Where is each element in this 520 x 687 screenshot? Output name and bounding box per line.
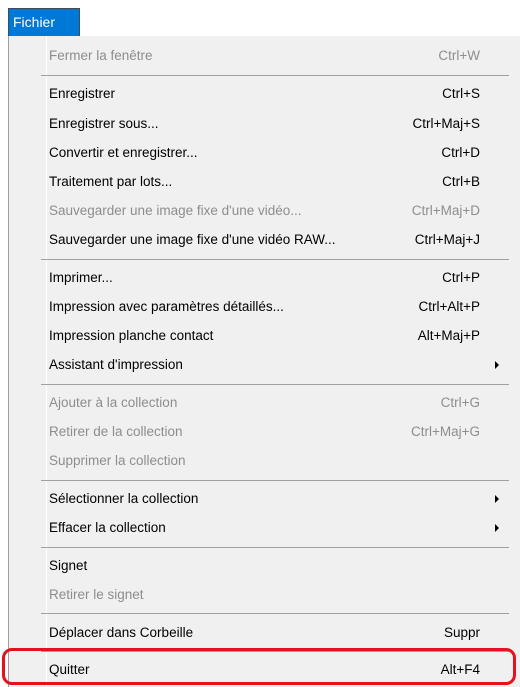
- menu-item-label: Sauvegarder une image fixe d'une vidéo R…: [49, 232, 336, 247]
- submenu-arrow-icon: [495, 524, 499, 532]
- menu-item-supprimer-la-collection[interactable]: Supprimer la collection: [49, 447, 499, 475]
- menu-fichier[interactable]: Fichier: [8, 8, 80, 36]
- menu-item-fermer-la-fenetre[interactable]: Fermer la fenêtre Ctrl+W: [49, 42, 499, 70]
- menu-item-sauvegarder-image-fixe-video[interactable]: Sauvegarder une image fixe d'une vidéo..…: [49, 197, 499, 225]
- menu-item-shortcut: Ctrl+S: [442, 86, 480, 101]
- menu-item-shortcut: Ctrl+P: [442, 270, 480, 285]
- menu-item-imprimer[interactable]: Imprimer... Ctrl+P: [49, 264, 499, 292]
- menu-item-shortcut: Alt+Maj+P: [417, 328, 480, 343]
- menu-item-label: Sauvegarder une image fixe d'une vidéo..…: [49, 203, 302, 218]
- menu-item-shortcut: Ctrl+Maj+D: [411, 203, 480, 218]
- menu-item-label: Imprimer...: [49, 270, 113, 285]
- menu-item-traitement-par-lots[interactable]: Traitement par lots... Ctrl+B: [49, 168, 499, 196]
- menu-item-impression-planche-contact[interactable]: Impression planche contact Alt+Maj+P: [49, 322, 499, 350]
- quitter-highlight-annotation: [2, 648, 516, 685]
- menu-item-ajouter-a-la-collection[interactable]: Ajouter à la collection Ctrl+G: [49, 389, 499, 417]
- menu-item-label: Retirer le signet: [49, 587, 144, 602]
- menu-separator: [41, 384, 509, 385]
- menu-bar: Fichier: [0, 0, 520, 36]
- menu-item-retirer-le-signet[interactable]: Retirer le signet: [49, 581, 499, 609]
- menu-item-label: Supprimer la collection: [49, 453, 186, 468]
- menu-item-effacer-la-collection[interactable]: Effacer la collection: [49, 514, 499, 542]
- menu-item-shortcut: Suppr: [443, 625, 480, 640]
- menu-item-label: Impression planche contact: [49, 328, 214, 343]
- menu-item-label: Effacer la collection: [49, 520, 166, 535]
- menu-item-label: Enregistrer: [49, 86, 116, 101]
- menu-item-shortcut: Ctrl+Maj+S: [412, 116, 480, 131]
- menu-separator: [41, 480, 509, 481]
- menu-item-retirer-de-la-collection[interactable]: Retirer de la collection Ctrl+Maj+G: [49, 418, 499, 446]
- menu-item-shortcut: Ctrl+Alt+P: [418, 299, 480, 314]
- submenu-arrow-icon: [495, 495, 499, 503]
- menu-item-label: Assistant d'impression: [49, 357, 183, 372]
- menu-separator: [41, 259, 509, 260]
- submenu-arrow-icon: [495, 361, 499, 369]
- menu-item-signet[interactable]: Signet: [49, 552, 499, 580]
- menu-item-label: Retirer de la collection: [49, 424, 183, 439]
- menu-item-shortcut: Ctrl+D: [441, 145, 480, 160]
- menu-item-shortcut: Ctrl+W: [438, 48, 480, 63]
- menu-item-selectionner-la-collection[interactable]: Sélectionner la collection: [49, 485, 499, 513]
- menu-item-convertir-et-enregistrer[interactable]: Convertir et enregistrer... Ctrl+D: [49, 139, 499, 167]
- menu-separator: [41, 75, 509, 76]
- menu-item-shortcut: Ctrl+B: [442, 174, 480, 189]
- menu-icon-gutter-line: [46, 36, 47, 687]
- menu-item-shortcut: Ctrl+Maj+G: [410, 424, 480, 439]
- menu-item-label: Ajouter à la collection: [49, 395, 178, 410]
- screenshot-stage: Fichier Fermer la fenêtre Ctrl+W Enregis…: [0, 0, 520, 687]
- menu-item-shortcut: Ctrl+G: [440, 395, 480, 410]
- menu-item-impression-parametres-detailles[interactable]: Impression avec paramètres détaillés... …: [49, 293, 499, 321]
- menu-item-label: Sélectionner la collection: [49, 491, 199, 506]
- menu-item-label: Enregistrer sous...: [49, 116, 159, 131]
- menu-item-label: Déplacer dans Corbeille: [49, 625, 194, 640]
- menu-item-sauvegarder-image-fixe-video-raw[interactable]: Sauvegarder une image fixe d'une vidéo R…: [49, 226, 499, 254]
- menu-item-enregistrer[interactable]: Enregistrer Ctrl+S: [49, 80, 499, 108]
- menu-item-label: Fermer la fenêtre: [49, 48, 153, 63]
- menu-item-label: Convertir et enregistrer...: [49, 145, 198, 160]
- menu-item-enregistrer-sous[interactable]: Enregistrer sous... Ctrl+Maj+S: [49, 110, 499, 138]
- menu-separator: [41, 547, 509, 548]
- menu-item-assistant-impression[interactable]: Assistant d'impression: [49, 351, 499, 379]
- menu-item-label: Impression avec paramètres détaillés...: [49, 299, 284, 314]
- menu-separator: [41, 613, 509, 614]
- menu-item-label: Traitement par lots...: [49, 174, 173, 189]
- menu-item-deplacer-dans-corbeille[interactable]: Déplacer dans Corbeille Suppr: [49, 619, 499, 647]
- menu-item-shortcut: Ctrl+Maj+J: [414, 232, 480, 247]
- menu-item-label: Signet: [49, 558, 88, 573]
